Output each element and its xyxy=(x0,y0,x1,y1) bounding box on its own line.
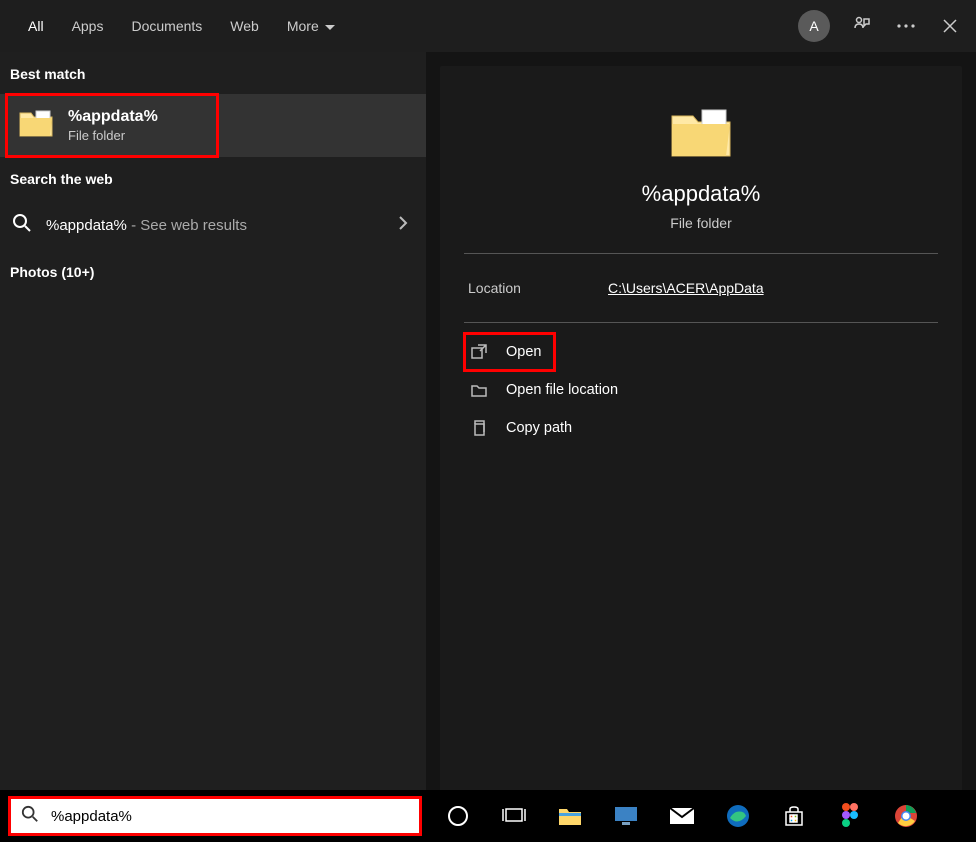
preview-pane: %appdata% File folder Location C:\Users\… xyxy=(426,52,976,790)
web-term: %appdata% xyxy=(46,217,127,234)
search-input[interactable] xyxy=(49,807,409,826)
caret-down-icon xyxy=(325,18,335,34)
action-open-location[interactable]: Open file location xyxy=(464,371,938,409)
folder-icon xyxy=(18,108,54,143)
web-sub: - See web results xyxy=(127,217,247,234)
best-match-label: Best match xyxy=(0,52,426,94)
web-result-text: %appdata% - See web results xyxy=(46,217,384,235)
mail-icon[interactable] xyxy=(668,802,696,830)
result-title: %appdata% xyxy=(68,108,158,126)
location-row: Location C:\Users\ACER\AppData xyxy=(464,254,938,323)
search-icon xyxy=(12,213,32,238)
action-open-label: Open xyxy=(506,344,541,360)
result-text: %appdata% File folder xyxy=(68,108,158,143)
file-explorer-icon[interactable] xyxy=(556,802,584,830)
best-match-result[interactable]: %appdata% File folder xyxy=(6,94,218,157)
main-area: Best match %appdata% File folder Search … xyxy=(0,52,976,790)
close-icon[interactable] xyxy=(938,14,962,38)
taskbar xyxy=(0,790,976,842)
photos-row[interactable]: Photos (10+) xyxy=(0,252,426,292)
action-copy-path[interactable]: Copy path xyxy=(464,409,938,447)
filter-tabs: All Apps Documents Web More xyxy=(14,0,349,52)
taskbar-tray xyxy=(444,802,920,830)
tab-all[interactable]: All xyxy=(14,0,58,52)
chevron-right-icon xyxy=(398,215,408,236)
preview-header: %appdata% File folder xyxy=(464,82,938,254)
open-icon xyxy=(470,343,488,361)
taskbar-search[interactable] xyxy=(8,796,422,836)
preview-card: %appdata% File folder Location C:\Users\… xyxy=(440,66,962,808)
topbar: All Apps Documents Web More A xyxy=(0,0,976,52)
results-pane: Best match %appdata% File folder Search … xyxy=(0,52,426,790)
tab-apps[interactable]: Apps xyxy=(58,0,118,52)
search-web-label: Search the web xyxy=(0,157,426,199)
action-copy-path-label: Copy path xyxy=(506,420,572,436)
task-view-icon[interactable] xyxy=(500,802,528,830)
store-icon[interactable] xyxy=(780,802,808,830)
action-open-location-label: Open file location xyxy=(506,382,618,398)
folder-large-icon xyxy=(668,106,734,181)
edge-icon[interactable] xyxy=(724,802,752,830)
web-result[interactable]: %appdata% - See web results xyxy=(0,199,426,252)
figma-icon[interactable] xyxy=(836,802,864,830)
avatar[interactable]: A xyxy=(798,10,830,42)
location-value[interactable]: C:\Users\ACER\AppData xyxy=(608,280,764,296)
tab-documents[interactable]: Documents xyxy=(117,0,216,52)
preview-title: %appdata% xyxy=(642,181,761,207)
more-options-icon[interactable] xyxy=(894,14,918,38)
search-icon xyxy=(21,805,39,828)
preview-subtitle: File folder xyxy=(670,215,731,231)
location-label: Location xyxy=(468,280,608,296)
chrome-icon[interactable] xyxy=(892,802,920,830)
tab-web[interactable]: Web xyxy=(216,0,273,52)
actions-list: Open Open file location Copy path xyxy=(464,323,938,457)
copy-icon xyxy=(470,419,488,437)
monitor-app-icon[interactable] xyxy=(612,802,640,830)
action-open[interactable]: Open xyxy=(464,333,555,371)
folder-outline-icon xyxy=(470,381,488,399)
result-subtitle: File folder xyxy=(68,128,158,143)
topbar-right: A xyxy=(798,10,962,42)
feedback-icon[interactable] xyxy=(850,14,874,38)
tab-more[interactable]: More xyxy=(273,0,349,52)
cortana-icon[interactable] xyxy=(444,802,472,830)
tab-more-label: More xyxy=(287,18,319,34)
